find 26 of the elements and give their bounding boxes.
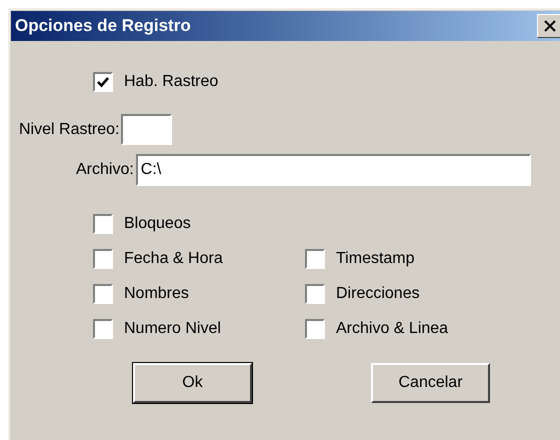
input-field[interactable]: C:\	[136, 154, 531, 186]
checkbox-label: Nombres	[124, 284, 189, 304]
checkmark-icon	[97, 76, 109, 88]
checkbox[interactable]	[305, 319, 325, 339]
checkbox-label: Numero Nivel	[124, 319, 221, 339]
dialog-button[interactable]: Cancelar	[371, 363, 490, 403]
checkbox-label: Bloqueos	[124, 214, 191, 234]
checkbox[interactable]	[93, 214, 113, 234]
checkbox[interactable]	[93, 72, 113, 92]
checkbox[interactable]	[93, 249, 113, 269]
checkbox-label: Archivo & Linea	[336, 319, 448, 339]
checkbox-label: Hab. Rastreo	[124, 72, 218, 92]
checkbox-label: Direcciones	[336, 284, 420, 304]
checkbox[interactable]	[305, 284, 325, 304]
checkbox[interactable]	[93, 284, 113, 304]
dialog-button[interactable]: Ok	[133, 363, 252, 403]
checkbox-label: Timestamp	[336, 249, 415, 269]
checkbox-label: Fecha & Hora	[124, 249, 223, 269]
close-button[interactable]	[537, 14, 560, 38]
close-icon	[544, 20, 556, 32]
field-label: Archivo:	[76, 160, 134, 180]
checkbox[interactable]	[93, 319, 113, 339]
input-field[interactable]	[121, 114, 172, 145]
window-title: Opciones de Registro	[15, 15, 191, 38]
checkbox[interactable]	[305, 249, 325, 269]
field-label: Nivel Rastreo:	[19, 120, 120, 140]
